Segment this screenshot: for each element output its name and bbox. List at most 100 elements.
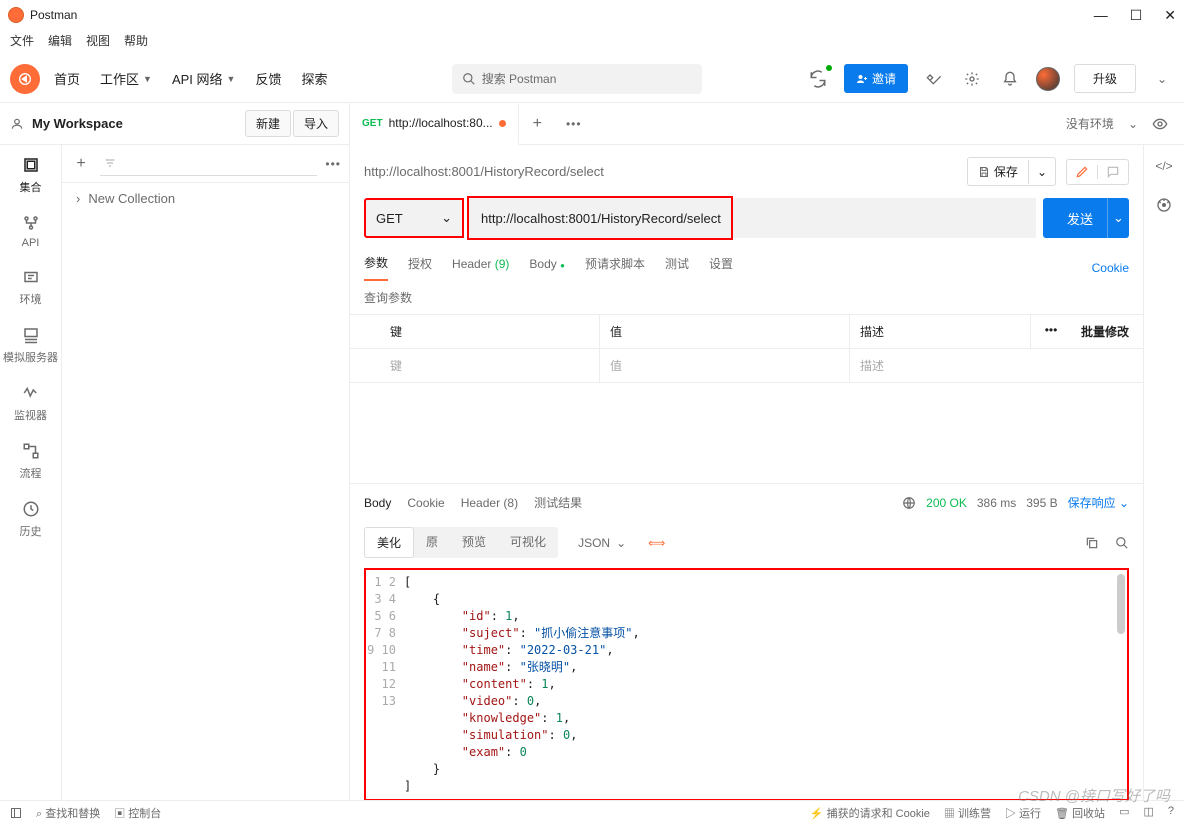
tab-prereq[interactable]: 预请求脚本 [585,255,645,280]
save-response[interactable]: 保存响应 ⌄ [1068,494,1129,511]
menu-file[interactable]: 文件 [10,32,34,49]
filter-input[interactable] [100,152,317,176]
cookie-link[interactable]: Cookie [1092,261,1129,275]
upgrade-button[interactable]: 升级 [1074,64,1136,93]
close-icon[interactable]: ✕ [1164,7,1176,24]
settings-icon[interactable] [960,67,984,91]
nav-home[interactable]: 首页 [54,69,80,88]
rail-api[interactable]: API [21,213,41,249]
view-visual[interactable]: 可视化 [498,527,558,558]
search-response-icon[interactable] [1115,536,1129,550]
import-button[interactable]: 导入 [293,110,339,137]
rail-monitor[interactable]: 监视器 [14,383,47,423]
globe-icon[interactable] [902,496,916,510]
rail-history[interactable]: 历史 [20,499,42,539]
cookies-capture[interactable]: ⚡ 捕获的请求和 Cookie [810,805,930,821]
workspace-name[interactable]: My Workspace [32,116,123,131]
resp-headers[interactable]: Header (8) [461,496,518,510]
key-input[interactable]: 键 [350,349,600,382]
tab-headers[interactable]: Header (9) [452,257,509,279]
layout-icon[interactable]: ▭ [1119,805,1129,821]
col-options[interactable]: ••• [1031,315,1071,348]
tab-tests[interactable]: 测试 [665,255,689,280]
nav-apinet[interactable]: API 网络▼ [172,69,236,88]
view-preview[interactable]: 预览 [450,527,498,558]
tab-params[interactable]: 参数 [364,254,388,281]
chevron-down-icon[interactable]: ⌄ [1150,67,1174,91]
eye-icon[interactable] [1152,116,1168,132]
search-input[interactable]: 搜索 Postman [452,64,702,94]
params-table: 键 值 描述 ••• 批量修改 键 值 描述 [350,314,1143,383]
sidebar-item-collection[interactable]: › New Collection [62,183,349,214]
console[interactable]: ▣ 控制台 [114,805,161,821]
wrap-icon[interactable]: ⟺ [642,530,671,556]
pencil-icon [1075,165,1089,179]
notifications-icon[interactable] [998,67,1022,91]
resp-tests[interactable]: 测试结果 [534,494,582,511]
chevron-down-icon[interactable]: ⌄ [1028,160,1055,184]
sidebar-toggle-icon[interactable] [10,807,22,819]
response-body[interactable]: 1 2 3 4 5 6 7 8 9 10 11 12 13 [ { "id": … [364,568,1129,801]
resp-body[interactable]: Body [364,496,391,510]
maximize-icon[interactable]: ☐ [1130,7,1143,24]
bulk-edit[interactable]: 批量修改 [1071,315,1143,348]
user-avatar[interactable] [1036,67,1060,91]
help-icon[interactable]: ? [1168,805,1174,821]
menu-help[interactable]: 帮助 [124,32,148,49]
titlebar: Postman — ☐ ✕ [0,0,1184,30]
query-params-label: 查询参数 [350,281,1143,314]
satellite-icon[interactable] [922,67,946,91]
find-replace[interactable]: ⌕ 查找和替换 [36,805,100,821]
tab-body[interactable]: Body ● [529,257,565,279]
value-input[interactable]: 值 [600,349,850,382]
copy-icon[interactable] [1085,536,1099,550]
left-rail: 集合 API 环境 模拟服务器 监视器 流程 历史 [0,145,62,801]
environment-selector[interactable]: 没有环境 [1066,115,1114,132]
layout2-icon[interactable]: ◫ [1143,805,1153,821]
nav-workspace[interactable]: 工作区▼ [100,69,152,88]
rail-mock[interactable]: 模拟服务器 [3,325,58,365]
send-button[interactable]: 发送 ⌄ [1043,198,1129,238]
edit-button[interactable] [1066,159,1129,185]
env-icon [21,267,41,287]
bootcamp[interactable]: ▦ 训练营 [944,805,991,821]
menu-edit[interactable]: 编辑 [48,32,72,49]
tab-settings[interactable]: 设置 [709,255,733,280]
rail-collections[interactable]: 集合 [20,155,42,195]
desc-input[interactable]: 描述 [850,349,1143,382]
response-size: 395 B [1026,496,1057,510]
info-icon[interactable] [1156,197,1172,213]
status-code: 200 OK [926,496,967,510]
col-key: 键 [350,315,600,348]
sidebar-options[interactable]: ••• [325,157,341,171]
tab-options[interactable]: ••• [556,117,592,131]
tab-auth[interactable]: 授权 [408,255,432,280]
new-button[interactable]: 新建 [245,110,291,137]
collections-icon [21,155,41,175]
runner[interactable]: ▷ 运行 [1005,805,1041,821]
rail-env[interactable]: 环境 [20,267,42,307]
url-input[interactable]: http://localhost:8001/HistoryRecord/sele… [469,198,1036,238]
minimize-icon[interactable]: — [1094,7,1108,24]
chevron-down-icon[interactable]: ⌄ [1128,117,1138,131]
resp-cookie[interactable]: Cookie [407,496,444,510]
view-raw[interactable]: 原 [414,527,450,558]
view-pretty[interactable]: 美化 [364,527,414,558]
save-button[interactable]: 保存 ⌄ [967,157,1056,186]
scrollbar[interactable] [1117,574,1125,634]
chevron-down-icon[interactable]: ⌄ [1107,198,1129,238]
sync-icon[interactable] [806,67,830,91]
add-button[interactable]: + [70,155,92,173]
menu-view[interactable]: 视图 [86,32,110,49]
rail-flow[interactable]: 流程 [20,441,42,481]
invite-button[interactable]: 邀请 [844,64,908,93]
nav-feedback[interactable]: 反馈 [255,69,281,88]
code-icon[interactable]: </> [1155,159,1172,173]
postman-logo-icon[interactable] [10,64,40,94]
format-selector[interactable]: JSON⌄ [568,530,636,556]
method-selector[interactable]: GET ⌄ [364,198,464,238]
nav-explore[interactable]: 探索 [301,69,327,88]
new-tab-button[interactable]: + [519,115,556,133]
trash[interactable]: 🗑 回收站 [1055,805,1105,821]
request-tab[interactable]: GET http://localhost:80... [350,104,519,145]
